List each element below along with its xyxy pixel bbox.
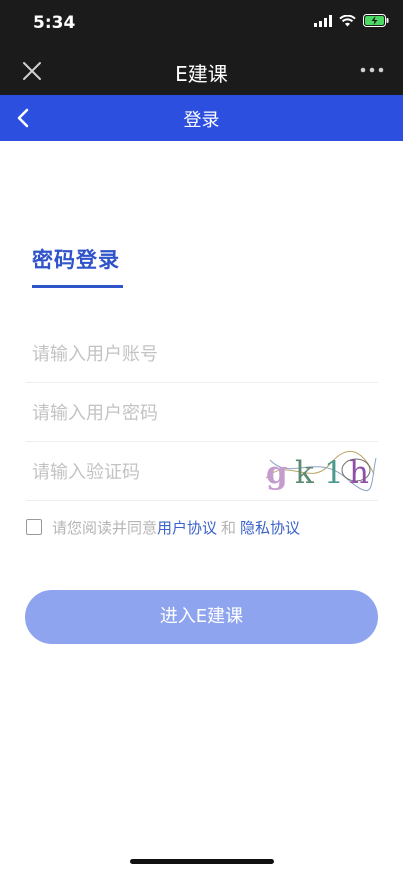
wifi-icon bbox=[339, 14, 356, 26]
signal-icon bbox=[314, 14, 332, 27]
app-bar: E建课 bbox=[0, 46, 403, 95]
battery-charging-icon bbox=[363, 14, 389, 27]
agreement-checkbox[interactable] bbox=[26, 519, 42, 535]
tab-underline bbox=[32, 285, 123, 288]
account-input[interactable] bbox=[30, 338, 254, 370]
password-input[interactable] bbox=[30, 397, 254, 429]
svg-text:k: k bbox=[295, 455, 314, 491]
agreement-row: 请您阅读并同意 用户协议 和 隐私协议 bbox=[26, 516, 300, 538]
status-time: 5:34 bbox=[33, 13, 76, 33]
more-dots-icon[interactable] bbox=[359, 60, 385, 80]
svg-text:1: 1 bbox=[324, 455, 344, 491]
tab-password-login[interactable]: 密码登录 bbox=[32, 244, 120, 274]
svg-text:h: h bbox=[349, 455, 369, 491]
captcha-input[interactable] bbox=[30, 456, 254, 488]
status-icons bbox=[314, 14, 389, 27]
app-title: E建课 bbox=[175, 62, 228, 86]
captcha-row: g k 1 h bbox=[26, 442, 378, 501]
agreement-conjunction: 和 bbox=[221, 518, 237, 537]
captcha-image[interactable]: g k 1 h bbox=[260, 448, 378, 492]
account-row bbox=[26, 324, 378, 383]
privacy-policy-link[interactable]: 隐私协议 bbox=[240, 517, 300, 538]
home-indicator bbox=[130, 859, 274, 864]
user-agreement-link[interactable]: 用户协议 bbox=[157, 517, 217, 538]
password-row bbox=[26, 383, 378, 442]
svg-text:g: g bbox=[266, 455, 288, 491]
enter-button[interactable]: 进入E建课 bbox=[25, 590, 378, 644]
page-title: 登录 bbox=[183, 110, 220, 131]
agreement-prefix: 请您阅读并同意 bbox=[52, 518, 158, 537]
page-header: 登录 bbox=[0, 95, 403, 141]
status-bar: 5:34 bbox=[0, 0, 403, 46]
